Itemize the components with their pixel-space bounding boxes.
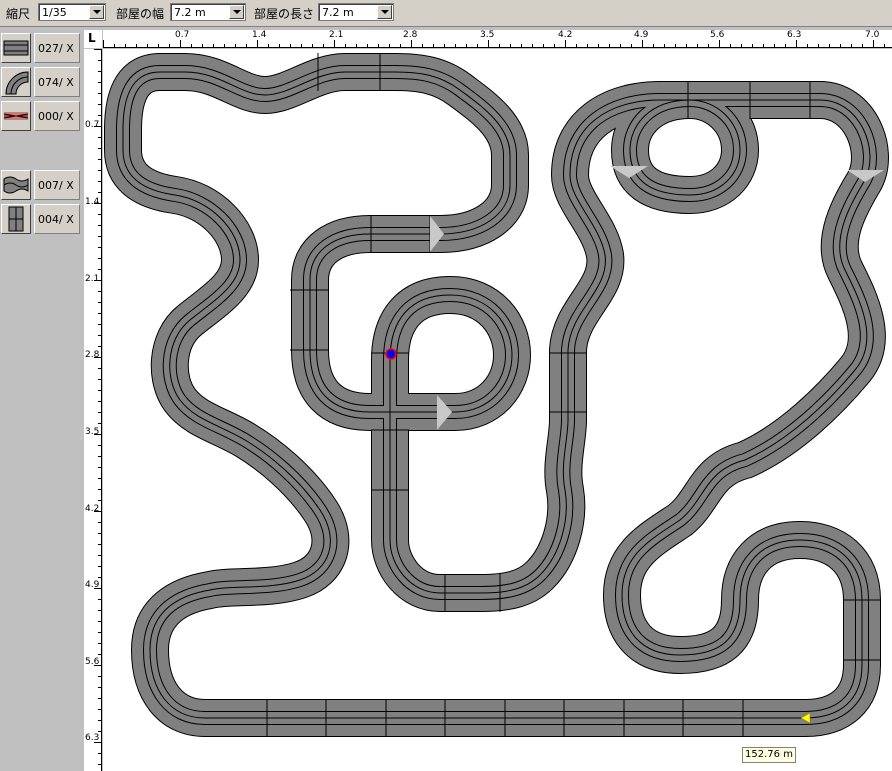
- palette-count: 000/ X: [34, 101, 80, 131]
- ruler-x-tick: 0.7: [175, 30, 190, 40]
- ruler-x-tick: 3.5: [480, 30, 495, 40]
- room-length-value: 7.2 m: [322, 6, 354, 19]
- ruler-y-tick: 4.9: [85, 580, 100, 590]
- ruler-y-tick: 0.7: [85, 120, 100, 130]
- ruler-corner: L: [84, 30, 102, 48]
- ruler-y-tick: 3.5: [85, 427, 100, 437]
- ruler-x-tick: 4.9: [634, 30, 649, 40]
- chevron-down-icon[interactable]: [89, 5, 104, 19]
- chevron-down-icon[interactable]: [377, 5, 392, 19]
- room-width-label: 部屋の幅: [116, 7, 165, 21]
- start-marker-icon[interactable]: [800, 712, 812, 724]
- track-layout[interactable]: [103, 49, 892, 771]
- ruler-x-tick: 4.2: [558, 30, 573, 40]
- scale-label: 縮尺: [6, 7, 31, 21]
- ruler-x-tick: 2.1: [329, 30, 344, 40]
- room-length-select[interactable]: 7.2 m: [318, 3, 394, 21]
- track-palette: 027/ X 074/ X 000/ X 007/ X 004/ X: [0, 27, 82, 771]
- curve-track-icon[interactable]: [1, 67, 31, 97]
- ruler-x-tick: 6.3: [787, 30, 802, 40]
- straight-track-icon[interactable]: [1, 33, 31, 63]
- palette-item-wave[interactable]: 007/ X: [0, 169, 82, 201]
- ruler-y-tick: 2.8: [85, 350, 100, 360]
- ruler-y-tick: 6.3: [85, 733, 100, 743]
- ruler-horizontal: 0.7 1.4 2.1 2.8 3.5 4.2 4.9 5.6 6.3 7.0: [103, 30, 892, 48]
- wave-track-icon[interactable]: [1, 170, 31, 200]
- ruler-vertical: 0.7 1.4 2.1 2.8 3.5 4.2 4.9 5.6 6.3: [84, 49, 102, 771]
- ruler-y-tick: 5.6: [85, 657, 100, 667]
- track-length-badge: 152.76 m: [742, 747, 796, 763]
- ruler-x-tick: 5.6: [710, 30, 725, 40]
- palette-item-curve[interactable]: 074/ X: [0, 66, 82, 98]
- chevron-down-icon[interactable]: [229, 5, 244, 19]
- palette-count: 074/ X: [34, 67, 80, 97]
- lane-change-track-icon[interactable]: [1, 204, 31, 234]
- room-length-label: 部屋の長さ: [254, 7, 315, 21]
- scale-select[interactable]: 1/35: [38, 3, 106, 21]
- palette-item-straight[interactable]: 027/ X: [0, 32, 82, 64]
- ruler-y-tick: 2.1: [85, 274, 100, 284]
- scale-value: 1/35: [42, 6, 67, 19]
- palette-count: 007/ X: [34, 170, 80, 200]
- ruler-y-tick: 4.2: [85, 504, 100, 514]
- layout-canvas[interactable]: [103, 49, 892, 771]
- room-width-value: 7.2 m: [174, 6, 206, 19]
- palette-item-crossing[interactable]: 000/ X: [0, 100, 82, 132]
- car-position-icon[interactable]: [385, 348, 397, 360]
- toolbar: 縮尺 1/35 部屋の幅 7.2 m 部屋の長さ 7.2 m: [0, 0, 892, 27]
- ruler-y-tick: 1.4: [85, 197, 100, 207]
- palette-item-lane-change[interactable]: 004/ X: [0, 203, 82, 235]
- ruler-x-tick: 7.0: [865, 30, 880, 40]
- ruler-x-tick: 2.8: [403, 30, 418, 40]
- room-width-select[interactable]: 7.2 m: [170, 3, 246, 21]
- palette-count: 027/ X: [34, 33, 80, 63]
- ruler-origin-label: L: [88, 31, 96, 45]
- crossing-track-icon[interactable]: [1, 101, 31, 131]
- ruler-x-tick: 1.4: [252, 30, 267, 40]
- palette-count: 004/ X: [34, 204, 80, 234]
